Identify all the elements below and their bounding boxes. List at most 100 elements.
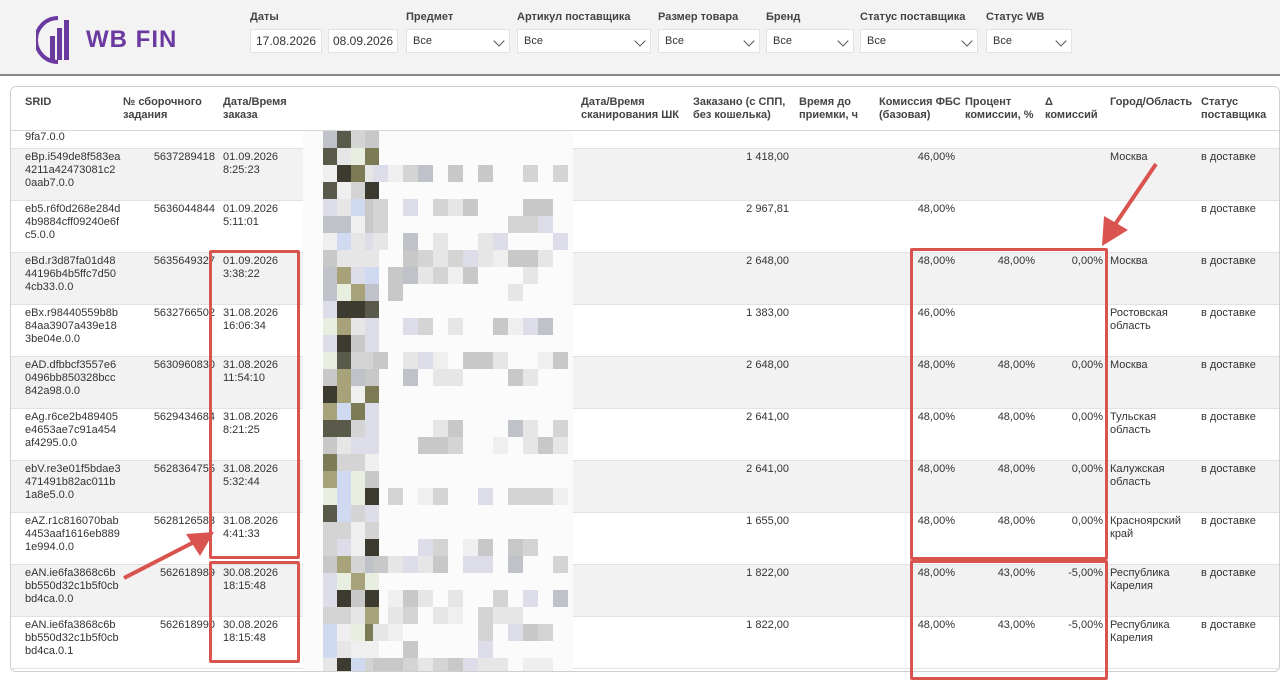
pixel-block: [351, 556, 365, 573]
header-supplier-status[interactable]: Статус поставщика: [1201, 96, 1271, 122]
order-datetime-cell: 30.08.2026 18:15:48: [223, 619, 299, 645]
pixel-block: [337, 403, 351, 420]
pixel-block: [337, 199, 351, 216]
pixel-block: [323, 641, 337, 658]
table-row[interactable]: eAZ.r1c816070bab4453aaf1616eb8891e994.0.…: [11, 513, 1279, 565]
pixel-block: [323, 216, 337, 233]
pixel-block: [323, 148, 337, 165]
table-row[interactable]: eb5.r6f0d268e284d4b9884cff09240e6fc5.0.0…: [11, 201, 1279, 253]
task-cell: 5632766502: [153, 307, 215, 319]
pixel-block: [478, 250, 493, 267]
pixel-block: [493, 352, 508, 369]
pixel-block: [337, 488, 351, 505]
pixel-block: [493, 437, 508, 454]
pixel-block: [323, 454, 337, 471]
status-cell: в доставке: [1201, 359, 1256, 371]
pixel-block: [323, 471, 337, 488]
order-time: 5:32:44: [223, 476, 260, 488]
table-row[interactable]: eBp.i549de8f583ea4211a42473081c20aab7.0.…: [11, 149, 1279, 201]
pixel-block: [323, 590, 337, 607]
header-srid[interactable]: SRID: [25, 96, 51, 109]
pixel-block: [365, 369, 379, 386]
ordered-cell: 2 967,81: [746, 203, 789, 215]
header-time-to-accept[interactable]: Время до приемки, ч: [799, 96, 875, 122]
order-time: 8:21:25: [223, 424, 260, 436]
city-cell: Тульская область: [1110, 411, 1157, 436]
pixel-block: [448, 318, 463, 335]
header-task[interactable]: № сборочного задания: [123, 96, 213, 122]
order-date: 01.09.2026: [223, 151, 279, 163]
pixel-block: [478, 165, 493, 182]
size-select[interactable]: Все: [658, 29, 760, 53]
header-delta[interactable]: Δ комиссий: [1045, 96, 1105, 122]
pixel-block: [365, 488, 379, 505]
pixel-block: [351, 131, 365, 148]
delta-cell: -5,00%: [1068, 567, 1103, 579]
pixel-block: [337, 471, 351, 488]
brand-label: Бренд: [766, 11, 801, 23]
article-select[interactable]: Все: [517, 29, 651, 53]
pixel-block: [323, 301, 337, 318]
pixel-block: [351, 505, 365, 522]
pixel-block: [538, 318, 553, 335]
order-datetime-cell: 31.08.2026 4:41:33: [223, 515, 299, 541]
pixel-block: [323, 250, 337, 267]
table-row[interactable]: eAD.dfbbcf3557e60496bb850328bcc842a98.0.…: [11, 357, 1279, 409]
pixel-block: [337, 420, 351, 437]
pixel-block: [523, 216, 538, 233]
srid-cell: eBp.i549de8f583ea4211a42473081c20aab7.0.…: [25, 151, 121, 189]
delta-cell: 0,00%: [1071, 463, 1103, 475]
pixel-block: [337, 284, 351, 301]
pixel-block: [553, 352, 568, 369]
order-time: 4:41:33: [223, 528, 260, 540]
order-time: 18:15:48: [223, 632, 266, 644]
header-city[interactable]: Город/Область: [1110, 96, 1194, 109]
table-row[interactable]: eAN.ie6fa3868c6bbb550d32c1b5f0cbbd4ca.0.…: [11, 617, 1279, 669]
pixel-block: [337, 522, 351, 539]
pixel-block: [403, 267, 418, 284]
chevron-down-icon: [837, 35, 849, 47]
table-row[interactable]: eAg.r6ce2b489405e4653ae7c91a454af4295.0.…: [11, 409, 1279, 461]
pixel-block: [433, 199, 448, 216]
pixel-block: [365, 148, 379, 165]
brand-select[interactable]: Все: [766, 29, 854, 53]
pixel-block: [351, 386, 365, 403]
subject-select[interactable]: Все: [406, 29, 510, 53]
table-row[interactable]: ebV.re3e01f5bdae3471491b82ac011b1a8e5.0.…: [11, 461, 1279, 513]
ordered-cell: 1 418,00: [746, 151, 789, 163]
srid-cell: eBd.r3d87fa01d4844196b4b5ffc7d504cb33.0.…: [25, 255, 116, 293]
pixel-block: [433, 437, 448, 454]
pixel-block: [448, 420, 463, 437]
status-cell: в доставке: [1201, 307, 1256, 319]
supplier-status-select[interactable]: Все: [860, 29, 978, 53]
order-date: 31.08.2026: [223, 359, 279, 371]
pixel-block: [508, 318, 523, 335]
status-cell: в доставке: [1201, 203, 1256, 215]
table-row[interactable]: eAN.ie6fa3868c6bbb550d32c1b5f0cbbd4ca.0.…: [11, 565, 1279, 617]
pixel-block: [508, 624, 523, 641]
pixel-block: [323, 284, 337, 301]
header-commission-pct[interactable]: Процент комиссии, %: [965, 96, 1045, 122]
pixel-block: [337, 148, 351, 165]
city-cell: Красноярский край: [1110, 515, 1182, 540]
pixel-block: [337, 386, 351, 403]
pixel-block: [365, 318, 379, 335]
pixel-block: [448, 165, 463, 182]
pixel-block: [373, 233, 388, 250]
table-row[interactable]: eBd.r3d87fa01d4844196b4b5ffc7d504cb33.0.…: [11, 253, 1279, 305]
wb-status-select[interactable]: Все: [986, 29, 1072, 53]
pixel-block: [351, 284, 365, 301]
srid-cell: eb5.r6f0d268e284d4b9884cff09240e6fc5.0.0: [25, 203, 121, 241]
header-order-datetime[interactable]: Дата/Время заказа: [223, 96, 299, 122]
pixel-block: [478, 233, 493, 250]
pixel-block: [373, 624, 388, 641]
pixel-block: [523, 624, 538, 641]
date-from-input[interactable]: 17.08.2026: [250, 29, 322, 53]
table-row[interactable]: eBx.r98440559b8b84aa3907a439e183be04e.0.…: [11, 305, 1279, 357]
date-to-input[interactable]: 08.09.2026: [328, 29, 398, 53]
pixel-block: [448, 437, 463, 454]
header-scan-datetime[interactable]: Дата/Время сканирования ШК: [581, 96, 685, 122]
task-cell: 5635649327: [153, 255, 215, 267]
header-commission-base[interactable]: Комиссия ФБС (базовая): [879, 96, 963, 122]
header-ordered[interactable]: Заказано (с СПП, без кошелька): [693, 96, 793, 122]
